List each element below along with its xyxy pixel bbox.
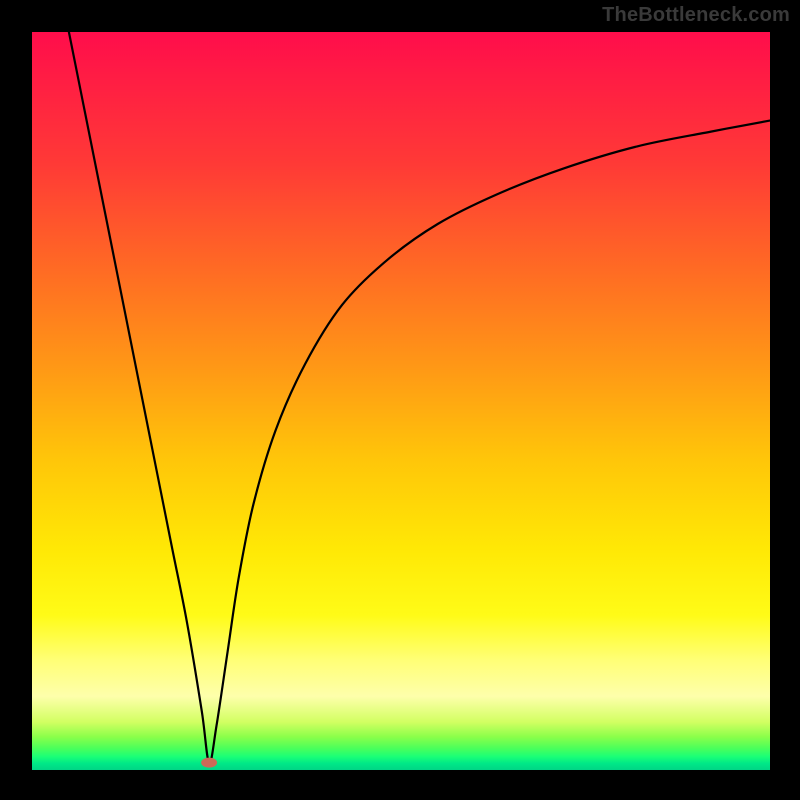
bottleneck-curve [69,32,770,763]
curve-layer [32,32,770,770]
plot-area [32,32,770,770]
watermark-text: TheBottleneck.com [602,4,790,27]
chart-frame: TheBottleneck.com [0,0,800,800]
min-marker [201,758,217,768]
